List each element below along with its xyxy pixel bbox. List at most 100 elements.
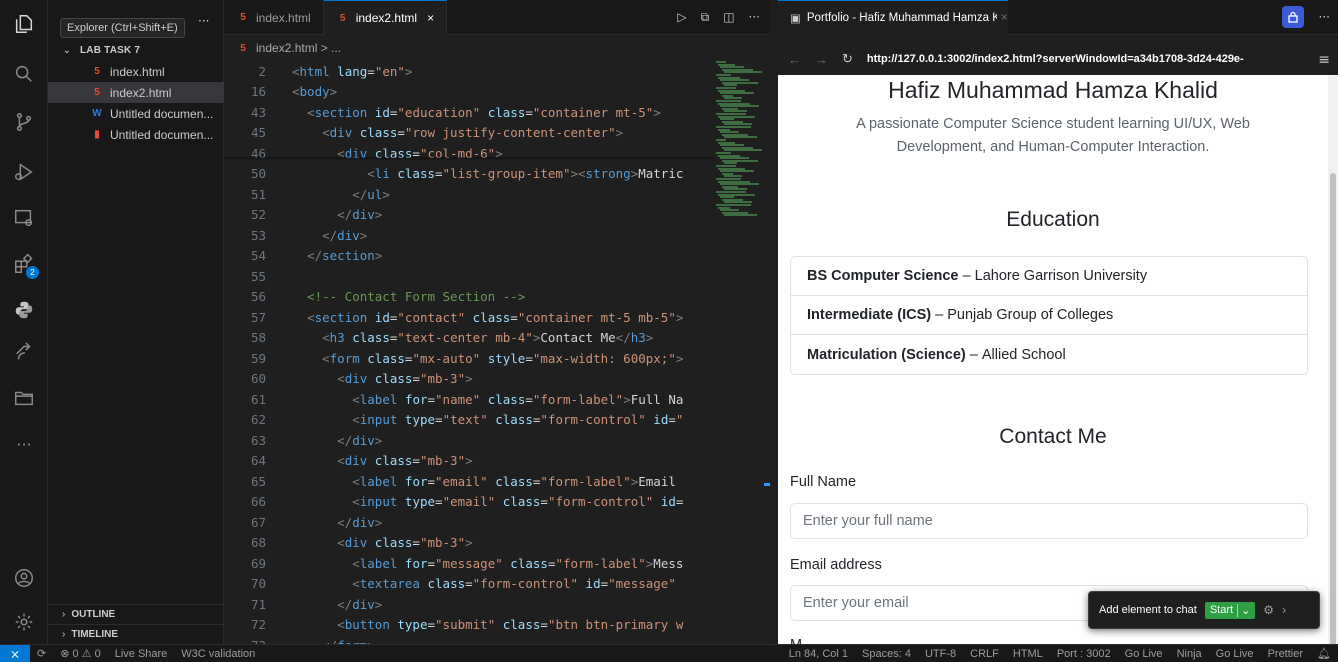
code-line[interactable]: 67 </div> — [224, 512, 714, 533]
lock-icon[interactable] — [1282, 6, 1304, 28]
ninja-status[interactable]: Ninja — [1170, 648, 1209, 660]
close-tab-icon[interactable]: × — [427, 11, 434, 25]
code-line[interactable]: 54 </section> — [224, 246, 714, 267]
code-line[interactable]: 62 <input type="text" class="form-contro… — [224, 410, 714, 431]
encoding-status[interactable]: UTF-8 — [918, 648, 963, 660]
url-input[interactable]: http://127.0.0.1:3002/index2.html?server… — [867, 53, 1297, 65]
line-number: 43 — [250, 104, 266, 120]
run-icon[interactable]: ▷ — [677, 10, 686, 25]
language-mode[interactable]: HTML — [1006, 648, 1050, 660]
eol-status[interactable]: CRLF — [963, 648, 1006, 660]
code-line[interactable]: 64 <div class="mb-3"> — [224, 451, 714, 472]
code-line[interactable]: 61 <label for="name" class="form-label">… — [224, 389, 714, 410]
port-status[interactable]: Port : 3002 — [1050, 648, 1118, 660]
scrollbar-thumb[interactable] — [1330, 173, 1336, 662]
code-line[interactable]: 52 </div> — [224, 205, 714, 226]
source-control-icon[interactable] — [12, 110, 36, 134]
w3c-status[interactable]: W3C validation — [174, 648, 262, 660]
prettier-status[interactable]: Prettier — [1261, 648, 1310, 660]
go-live-status-2[interactable]: Go Live — [1209, 648, 1261, 660]
line-number: 64 — [250, 453, 266, 469]
code-line[interactable]: 70 <textarea class="form-control" id="me… — [224, 574, 714, 595]
browser-tab[interactable]: ▣ Portfolio - Hafiz Muhammad Hamza Khali… — [778, 0, 1008, 35]
code-line[interactable]: 2 <html lang="en"> — [224, 61, 714, 82]
menu-icon[interactable]: ≡ — [1318, 52, 1330, 68]
gear-icon[interactable]: ⚙ — [1263, 603, 1274, 617]
split-editor-icon[interactable]: ◫ — [723, 10, 734, 25]
code-line[interactable]: 60 <div class="mb-3"> — [224, 369, 714, 390]
forward-icon[interactable]: → — [815, 52, 828, 67]
code-line[interactable]: 69 <label for="message" class="form-labe… — [224, 553, 714, 574]
problems-status[interactable]: ⊗ 0 ⚠ 0 — [53, 647, 107, 660]
status-bar: ⨯ ⟳ ⊗ 0 ⚠ 0 Live Share W3C validation Ln… — [0, 644, 1338, 662]
extensions-badge: 2 — [26, 266, 39, 279]
tab-index-html[interactable]: 5 index.html — [224, 0, 324, 35]
back-icon[interactable]: ← — [788, 52, 801, 67]
settings-gear-icon[interactable] — [12, 610, 36, 634]
file-untitled-pdf[interactable]: ▮ Untitled documen... — [48, 124, 224, 145]
code-line[interactable]: 68 <div class="mb-3"> — [224, 533, 714, 554]
more-actions-icon[interactable]: ··· — [1319, 10, 1330, 24]
code-line[interactable]: 57 <section id="contact" class="containe… — [224, 307, 714, 328]
minimap[interactable] — [714, 61, 764, 231]
tab-index2-html[interactable]: 5 index2.html × — [323, 0, 448, 35]
code-line[interactable]: 43 <section id="education" class="contai… — [224, 102, 714, 123]
code-line[interactable]: 53 </div> — [224, 225, 714, 246]
code-line[interactable]: 16 <body> — [224, 82, 714, 103]
open-changes-icon[interactable]: ⧉ — [701, 10, 710, 25]
reload-icon[interactable]: ↻ — [842, 51, 853, 67]
line-number: 60 — [250, 371, 266, 387]
code-line[interactable]: 50 <li class="list-group-item"><strong>M… — [224, 164, 714, 185]
breadcrumb[interactable]: 5 index2.html > ... — [236, 41, 341, 55]
page-scrollbar[interactable] — [1328, 75, 1338, 662]
code-line[interactable]: 65 <label for="email" class="form-label"… — [224, 471, 714, 492]
timeline-section[interactable]: › TIMELINE — [48, 624, 224, 644]
code-line[interactable]: 58 <h3 class="text-center mb-4">Contact … — [224, 328, 714, 349]
html-file-icon: 5 — [94, 66, 100, 77]
file-index2-html[interactable]: 5 index2.html — [48, 82, 224, 103]
remote-explorer-icon[interactable] — [12, 206, 36, 230]
file-untitled-docx[interactable]: W Untitled documen... — [48, 103, 224, 124]
full-name-input[interactable]: Enter your full name — [790, 503, 1308, 539]
explorer-more-icon[interactable]: ··· — [198, 14, 209, 28]
file-index-html[interactable]: 5 index.html — [48, 61, 224, 82]
folder-lab-task-7[interactable]: ⌄ LAB TASK 7 — [48, 40, 224, 61]
close-tab-icon[interactable]: × — [1001, 12, 1008, 24]
code-line[interactable]: 56 <!-- Contact Form Section --> — [224, 287, 714, 308]
python-icon[interactable] — [12, 298, 36, 322]
run-debug-icon[interactable] — [12, 160, 36, 184]
code-line[interactable]: 51 </ul> — [224, 184, 714, 205]
cursor-position[interactable]: Ln 84, Col 1 — [782, 648, 855, 660]
chevron-right-icon[interactable]: › — [1282, 603, 1286, 617]
code-line[interactable]: 55 — [224, 266, 714, 287]
live-share-icon[interactable] — [12, 340, 36, 364]
go-live-status[interactable]: Go Live — [1118, 648, 1170, 660]
indentation-status[interactable]: Spaces: 4 — [855, 648, 918, 660]
search-icon[interactable] — [12, 62, 36, 86]
more-icon[interactable]: ··· — [12, 432, 36, 456]
line-source: <!-- Contact Form Section --> — [292, 289, 526, 305]
remote-icon[interactable]: ⨯ — [0, 644, 30, 662]
code-line[interactable]: 66 <input type="email" class="form-contr… — [224, 492, 714, 513]
line-source: <label for="email" class="form-label">Em… — [352, 473, 676, 489]
more-actions-icon[interactable]: ··· — [749, 10, 760, 25]
code-line[interactable]: 59 <form class="mx-auto" style="max-widt… — [224, 348, 714, 369]
code-line[interactable]: 72 <button type="submit" class="btn btn-… — [224, 615, 714, 636]
explorer-icon[interactable] — [12, 12, 36, 36]
outline-section[interactable]: › OUTLINE — [48, 604, 224, 624]
sync-icon[interactable]: ⟳ — [30, 647, 53, 660]
account-icon[interactable] — [12, 566, 36, 590]
notifications-icon[interactable]: 🔔︎ — [1310, 647, 1338, 660]
line-number: 2 — [258, 63, 266, 79]
code-editor[interactable]: 2 <html lang="en"> 16 <body> 43 <section id=… — [224, 61, 714, 662]
simple-browser: ▣ Portfolio - Hafiz Muhammad Hamza Khali… — [778, 0, 1338, 662]
extensions-icon[interactable]: 2 — [12, 252, 39, 279]
code-line[interactable]: 45 <div class="row justify-content-cente… — [224, 123, 714, 144]
folder-icon[interactable] — [12, 386, 36, 410]
code-line[interactable]: 71 </div> — [224, 594, 714, 615]
start-button[interactable]: Start ⌄ — [1204, 601, 1256, 619]
code-line[interactable]: 63 </div> — [224, 430, 714, 451]
live-share-status[interactable]: Live Share — [108, 648, 175, 660]
chevron-down-icon[interactable]: ⌄ — [1237, 603, 1250, 617]
line-number: 70 — [250, 576, 266, 592]
